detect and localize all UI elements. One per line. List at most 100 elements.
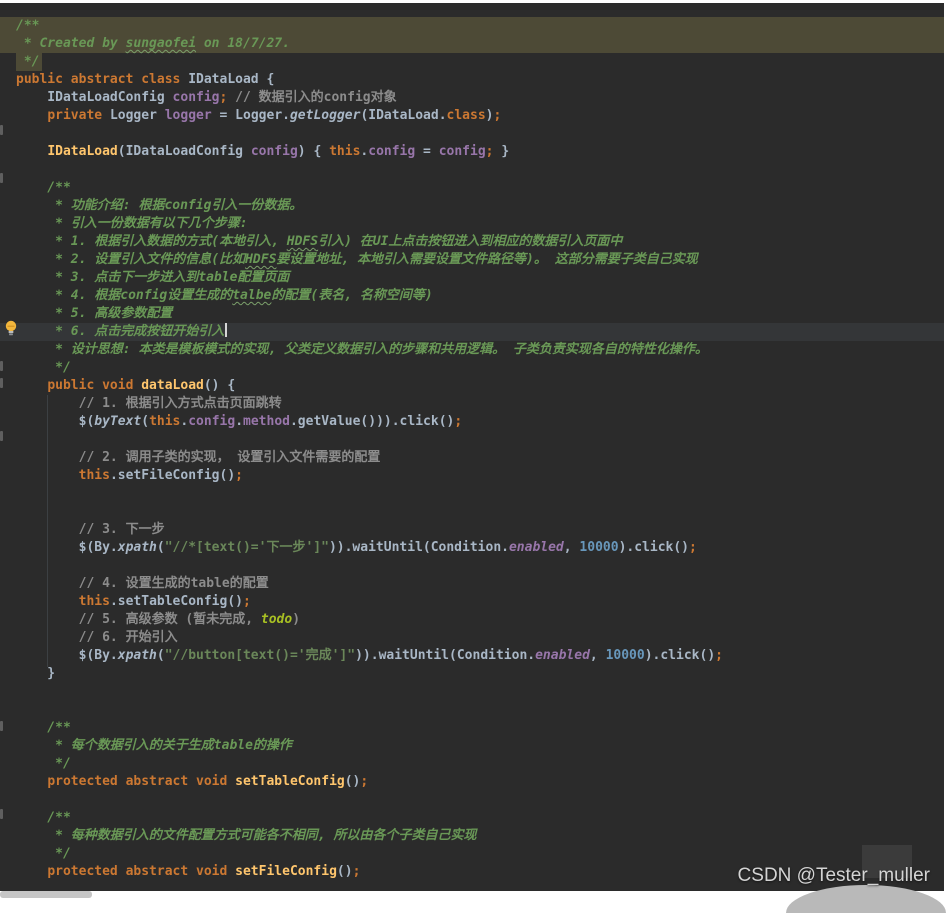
code-line[interactable]: // 2. 调用子类的实现， 设置引入文件需要的配置 [0,449,944,467]
code-token: ) { [297,144,330,159]
code-line[interactable]: * Created by sungaofei on 18/7/27. [0,35,944,53]
code-token: Logger [109,108,165,123]
code-token: , [563,540,580,555]
code-line[interactable]: */ [0,53,944,71]
code-token: * 2. 设置引入文件的信息(比如 [16,252,246,267]
code-editor[interactable]: /** * Created by sungaofei on 18/7/27. *… [0,3,944,891]
code-token: private [47,108,110,123]
code-token: 10000 [579,540,619,555]
code-line[interactable] [0,791,944,809]
code-token: ; [243,594,251,609]
code-token: { [258,72,275,87]
code-line[interactable]: // 1. 根据引入方式点击页面跳转 [0,395,944,413]
code-token: talbe [232,288,272,303]
code-line[interactable]: * 每个数据引入的关于生成table的操作 [0,737,944,755]
code-area[interactable]: /** * Created by sungaofei on 18/7/27. *… [0,17,944,881]
code-line[interactable] [0,161,944,179]
code-token: ) [485,108,494,123]
code-line[interactable] [0,683,944,701]
code-token: $(By. [16,540,118,555]
code-line[interactable]: * 4. 根据config设置生成的talbe的配置(表名, 名称空间等) [0,287,944,305]
code-token: IDataLoad [188,72,259,87]
code-token: getLogger [289,108,361,123]
code-line[interactable] [0,557,944,575]
code-token: // 6. 开始引入 [16,630,178,645]
code-token: * 功能介绍: 根据config引入一份数据。 [16,198,303,213]
selection-highlight: */ [16,53,43,71]
code-token: ).click() [618,540,690,555]
code-line[interactable]: * 6. 点击完成按钮开始引入 [0,323,944,341]
screenshot-root: { "watermark": { "text": "CSDN @Tester_m… [0,0,946,913]
code-line[interactable]: } [0,665,944,683]
code-token: this [78,468,110,483]
code-line[interactable]: // 5. 高级参数 (暂未完成, todo) [0,611,944,629]
code-token: * 6. 点击完成按钮开始引入 [16,324,225,339]
code-token: // 2. 调用子类的实现， 设置引入文件需要的配置 [16,450,381,465]
code-line[interactable] [0,503,944,521]
code-token: sungaofei [125,36,197,51]
code-token: config [368,144,416,159]
code-line[interactable] [0,431,944,449]
code-line[interactable]: */ [0,755,944,773]
code-token: method [243,414,290,429]
code-line[interactable]: public abstract class IDataLoad { [0,71,944,89]
code-line[interactable]: /** [0,719,944,737]
code-token: /** [16,18,40,33]
code-token: */ [16,54,40,69]
code-line[interactable]: * 引入一份数据有以下几个步骤: [0,215,944,233]
code-line[interactable]: /** [0,809,944,827]
code-token: ; [360,774,369,789]
code-token: ; [689,540,697,555]
code-line[interactable]: */ [0,359,944,377]
code-line[interactable]: $(byText(this.config.method.getValue()))… [0,413,944,431]
code-line[interactable]: $(By.xpath("//*[text()='下一步']")).waitUnt… [0,539,944,557]
code-line[interactable]: $(By.xpath("//button[text()='完成']")).wai… [0,647,944,665]
code-line[interactable] [0,485,944,503]
code-line[interactable]: * 2. 设置引入文件的信息(比如HDFS要设置地址, 本地引入需要设置文件路径… [0,251,944,269]
code-token: class [446,108,486,123]
code-line[interactable]: * 3. 点击下一步进入到table配置页面 [0,269,944,287]
code-line[interactable]: this.setTableConfig(); [0,593,944,611]
code-token: } [16,666,56,681]
code-token: xpath [117,540,157,555]
code-line[interactable] [0,701,944,719]
intention-lightbulb-icon[interactable] [3,319,19,337]
code-line[interactable]: * 功能介绍: 根据config引入一份数据。 [0,197,944,215]
code-line[interactable]: IDataLoad(IDataLoadConfig config) { this… [0,143,944,161]
code-token: ).click() [644,648,716,663]
code-token: ; [715,648,723,663]
code-line[interactable]: * 1. 根据引入数据的方式(本地引入, HDFS引入) 在UI上点击按钮进入到… [0,233,944,251]
code-token: (IDataLoadConfig [117,144,251,159]
code-line[interactable]: // 3. 下一步 [0,521,944,539]
code-token: config [438,144,486,159]
code-line[interactable]: // 4. 设置生成的table的配置 [0,575,944,593]
code-line[interactable]: private Logger logger = Logger.getLogger… [0,107,944,125]
code-line[interactable]: * 5. 高级参数配置 [0,305,944,323]
code-line[interactable]: IDataLoadConfig config; // 数据引入的config对象 [0,89,944,107]
code-token: ; [352,864,361,879]
code-line[interactable]: // 6. 开始引入 [0,629,944,647]
code-line[interactable]: public void dataLoad() { [0,377,944,395]
code-line[interactable]: * 设计思想: 本类是模板模式的实现, 父类定义数据引入的步骤和共用逻辑。 子类… [0,341,944,359]
code-token: todo [260,612,293,627]
code-line[interactable]: * 每种数据引入的文件配置方式可能各不相同, 所以由各个子类自己实现 [0,827,944,845]
code-token: // 4. 设置生成的table的配置 [16,576,269,591]
code-line[interactable]: /** [0,179,944,197]
code-token: */ [16,756,71,771]
code-line[interactable]: /** [0,17,944,35]
code-token: // 数据引入的config对象 [227,90,397,105]
code-token: () { [203,378,236,393]
code-line[interactable]: protected abstract void setTableConfig()… [0,773,944,791]
code-line[interactable]: this.setFileConfig(); [0,467,944,485]
code-line[interactable]: */ [0,845,944,863]
code-token: public void [47,378,142,393]
code-token: .getValue())).click() [289,414,455,429]
code-line[interactable] [0,125,944,143]
code-token: ( [141,414,150,429]
code-token: enabled [508,540,564,555]
code-token: /** [16,180,71,195]
